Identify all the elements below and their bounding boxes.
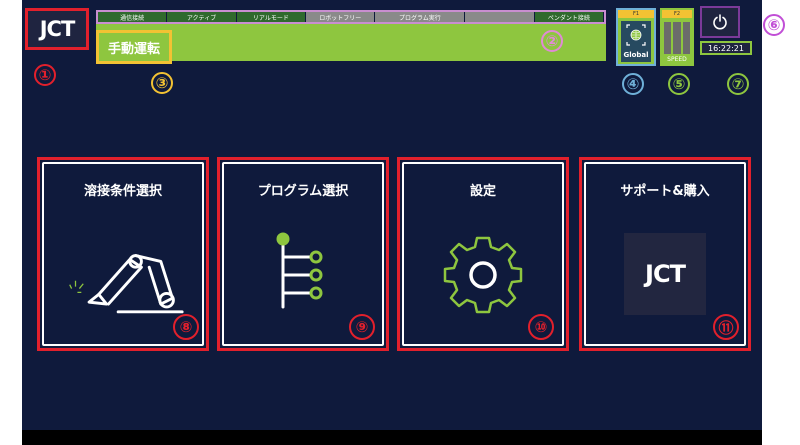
bottom-strip <box>22 430 762 445</box>
callout-7: ⑦ <box>727 73 749 95</box>
callout-3: ③ <box>151 72 173 94</box>
status-blank <box>465 12 535 22</box>
operation-mode-label: 手動運転 <box>96 30 172 64</box>
status-bar: 通信接続 アクティブ リアルモード ロボットフリー プログラム実行 ペンダント接… <box>96 10 606 24</box>
welding-condition-title: 溶接条件選択 <box>83 184 162 199</box>
settings-title: 設定 <box>469 184 496 199</box>
callout-6: ⑥ <box>763 14 785 36</box>
callout-9: ⑨ <box>349 314 375 340</box>
coordinate-system-button[interactable]: F1 Global <box>616 8 656 66</box>
mode-band <box>96 24 606 61</box>
callout-8: ⑧ <box>173 314 199 340</box>
logo-text: JCT <box>39 17 76 41</box>
jct-logo-card: JCT <box>624 233 706 315</box>
clock-display: 16:22:21 <box>700 41 752 55</box>
callout-2: ② <box>541 30 563 52</box>
robot-arm-icon <box>69 253 184 313</box>
status-active: アクティブ <box>167 12 237 22</box>
callout-4: ④ <box>622 73 644 95</box>
gear-icon <box>443 236 523 314</box>
status-comm: 通信接続 <box>98 12 168 22</box>
callout-1: ① <box>34 64 56 86</box>
power-button[interactable] <box>700 6 740 38</box>
jct-logo-text: JCT <box>645 260 686 288</box>
status-pendant: ペンダント接続 <box>534 12 605 22</box>
logo[interactable]: JCT <box>25 8 89 50</box>
speed-key: F2 <box>662 10 692 18</box>
speed-label: SPEED <box>667 56 687 63</box>
speed-button[interactable]: F2 SPEED <box>660 8 694 66</box>
globe-icon <box>626 24 646 46</box>
callout-11: ⑪ <box>713 314 739 340</box>
status-real-mode: リアルモード <box>236 12 307 22</box>
power-icon <box>713 14 727 30</box>
coordinate-label: Global <box>623 51 649 59</box>
coordinate-key: F1 <box>618 10 654 18</box>
callout-10: ⑩ <box>528 314 554 340</box>
status-program-run: プログラム実行 <box>375 12 466 22</box>
status-robot-free: ロボットフリー <box>306 12 376 22</box>
program-select-title: プログラム選択 <box>257 184 349 199</box>
support-purchase-title: サポート&購入 <box>620 184 710 199</box>
callout-5: ⑤ <box>668 73 690 95</box>
speed-bars <box>664 22 690 54</box>
program-tree-icon <box>276 232 323 308</box>
